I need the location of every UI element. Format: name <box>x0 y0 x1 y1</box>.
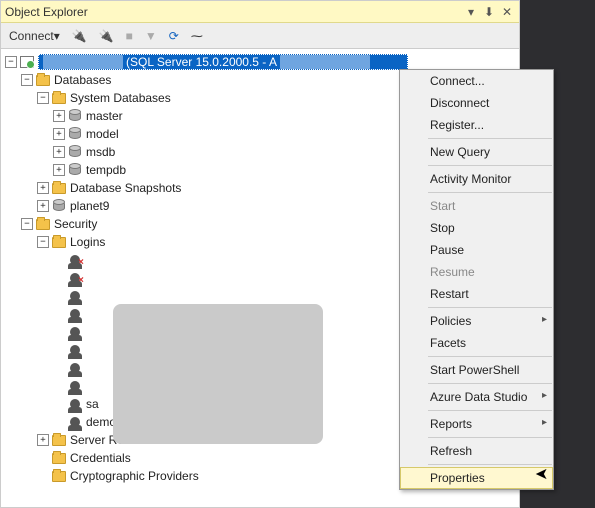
window-dropdown-icon[interactable]: ▾ <box>463 4 479 20</box>
menu-new-query[interactable]: New Query <box>400 141 553 163</box>
redacted-server-auth <box>280 55 370 69</box>
menu-connect[interactable]: Connect... <box>400 70 553 92</box>
redacted-overlay <box>113 304 323 444</box>
folder-icon <box>51 235 67 249</box>
login-icon <box>67 307 83 321</box>
database-icon <box>67 127 83 141</box>
menu-start-powershell[interactable]: Start PowerShell <box>400 359 553 381</box>
refresh-icon[interactable]: ⟳ <box>165 25 183 47</box>
toolbar: Connect ▾ 🔌 🔌 ■ ▼ ⟳ ⁓ <box>1 23 519 49</box>
login-icon <box>67 289 83 303</box>
collapse-icon[interactable]: − <box>5 56 17 68</box>
expand-icon[interactable]: + <box>37 434 49 446</box>
login-disabled-icon <box>67 271 83 285</box>
login-disabled-icon <box>67 253 83 267</box>
menu-properties[interactable]: Properties <box>400 467 553 489</box>
menu-start: Start <box>400 195 553 217</box>
panel-title-bar: Object Explorer ▾ ⬇ ✕ <box>1 1 519 23</box>
login-icon <box>67 343 83 357</box>
close-icon[interactable]: ✕ <box>499 4 515 20</box>
login-icon <box>67 361 83 375</box>
folder-icon <box>35 217 51 231</box>
expand-icon[interactable]: + <box>53 128 65 140</box>
menu-activity-monitor[interactable]: Activity Monitor <box>400 168 553 190</box>
menu-register[interactable]: Register... <box>400 114 553 136</box>
menu-separator <box>428 383 552 384</box>
folder-icon <box>51 181 67 195</box>
expand-icon[interactable]: + <box>53 164 65 176</box>
folder-icon <box>51 91 67 105</box>
collapse-icon[interactable]: − <box>37 236 49 248</box>
folder-icon <box>35 73 51 87</box>
collapse-icon[interactable]: − <box>21 74 33 86</box>
login-icon <box>67 415 83 429</box>
collapse-icon[interactable]: − <box>21 218 33 230</box>
server-label: (SQL Server 15.0.2000.5 - A <box>126 55 277 69</box>
menu-pause[interactable]: Pause <box>400 239 553 261</box>
menu-disconnect[interactable]: Disconnect <box>400 92 553 114</box>
menu-stop[interactable]: Stop <box>400 217 553 239</box>
redacted-server-name <box>43 55 123 69</box>
database-icon <box>67 109 83 123</box>
connect-icon[interactable]: 🔌 <box>68 25 91 47</box>
menu-separator <box>428 437 552 438</box>
login-icon <box>67 379 83 393</box>
expand-icon[interactable]: + <box>53 110 65 122</box>
login-icon <box>67 325 83 339</box>
menu-resume: Resume <box>400 261 553 283</box>
collapse-icon[interactable]: − <box>37 92 49 104</box>
menu-restart[interactable]: Restart <box>400 283 553 305</box>
login-icon <box>67 397 83 411</box>
menu-separator <box>428 307 552 308</box>
pin-icon[interactable]: ⬇ <box>481 4 497 20</box>
activity-icon[interactable]: ⁓ <box>187 25 207 47</box>
folder-icon <box>51 469 67 483</box>
menu-facets[interactable]: Facets <box>400 332 553 354</box>
menu-refresh[interactable]: Refresh <box>400 440 553 462</box>
panel-title: Object Explorer <box>5 5 461 19</box>
folder-icon <box>51 451 67 465</box>
menu-separator <box>428 356 552 357</box>
context-menu: Connect... Disconnect Register... New Qu… <box>399 69 554 490</box>
menu-azure-data-studio[interactable]: Azure Data Studio <box>400 386 553 408</box>
menu-separator <box>428 138 552 139</box>
expand-icon[interactable]: + <box>37 200 49 212</box>
expand-icon[interactable]: + <box>53 146 65 158</box>
folder-icon <box>51 433 67 447</box>
disconnect-icon[interactable]: 🔌 <box>95 25 118 47</box>
database-icon <box>67 145 83 159</box>
menu-separator <box>428 192 552 193</box>
database-icon <box>51 199 67 213</box>
menu-separator <box>428 410 552 411</box>
filter-icon: ▼ <box>141 25 161 47</box>
menu-separator <box>428 165 552 166</box>
menu-reports[interactable]: Reports <box>400 413 553 435</box>
stop-icon: ■ <box>122 25 137 47</box>
menu-policies[interactable]: Policies <box>400 310 553 332</box>
database-icon <box>67 163 83 177</box>
expand-icon[interactable]: + <box>37 182 49 194</box>
connect-dropdown[interactable]: Connect ▾ <box>5 25 64 47</box>
server-icon <box>19 55 35 69</box>
menu-separator <box>428 464 552 465</box>
